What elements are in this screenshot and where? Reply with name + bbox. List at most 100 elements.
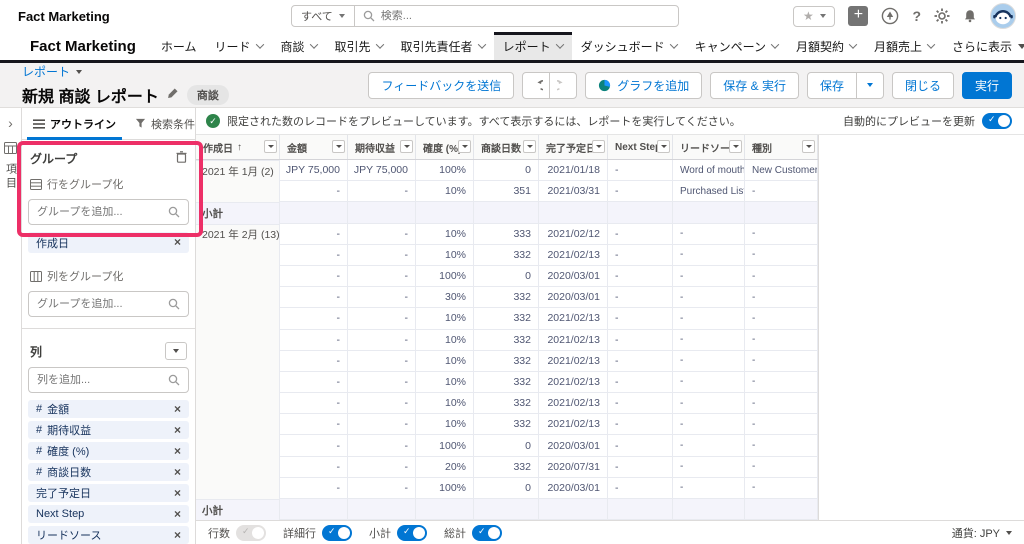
column-menu-button[interactable] [332, 140, 345, 153]
group-cell[interactable] [196, 371, 280, 394]
tab-outline[interactable]: アウトライン [25, 108, 124, 140]
group-cell[interactable] [196, 435, 280, 457]
group-cell[interactable] [196, 456, 280, 478]
delete-group-button[interactable] [176, 151, 187, 166]
add-column-input[interactable] [37, 374, 168, 386]
chevron-down-icon[interactable] [309, 40, 318, 49]
add-row-group-input[interactable] [37, 206, 168, 218]
column-pill[interactable]: 完了予定日 [28, 484, 189, 502]
save-and-run-button[interactable]: 保存 & 実行 [710, 71, 799, 99]
tab-filters[interactable]: 検索条件 [127, 108, 203, 139]
column-pill[interactable]: # 金額 [28, 400, 189, 418]
remove-pill-icon[interactable] [174, 508, 181, 521]
group-cell[interactable] [196, 265, 280, 288]
group-cell[interactable] [196, 393, 280, 415]
group-cell[interactable]: 2021 年 1月 (2) [196, 160, 280, 182]
nav-tab[interactable]: 月額売上 [865, 32, 943, 60]
search-scope-dropdown[interactable]: すべて [292, 6, 355, 26]
nav-tab[interactable]: 商談 [272, 32, 326, 60]
column-menu-button[interactable] [802, 140, 815, 153]
group-cell[interactable] [196, 477, 280, 499]
column-pill[interactable]: # 商談日数 [28, 463, 189, 481]
remove-pill-icon[interactable] [174, 403, 181, 416]
column-header[interactable]: 確度 (%) [416, 135, 474, 159]
columns-menu-button[interactable] [165, 342, 187, 360]
chevron-down-icon[interactable] [669, 40, 678, 49]
expand-fields-chevron[interactable] [8, 115, 13, 133]
column-header[interactable]: 完了予定日 [539, 135, 608, 159]
group-cell[interactable] [196, 181, 280, 203]
close-button[interactable]: 閉じる [891, 71, 954, 99]
chevron-down-icon[interactable] [770, 40, 780, 49]
column-menu-button[interactable] [523, 140, 536, 153]
footer-toggle[interactable] [236, 524, 266, 541]
group-cell[interactable]: 小計 [196, 202, 280, 224]
notifications-button[interactable] [963, 9, 977, 23]
chevron-down-icon[interactable] [1018, 43, 1024, 49]
avatar[interactable] [990, 3, 1016, 29]
quick-create-button[interactable] [848, 5, 869, 26]
nav-tab[interactable]: リード [206, 32, 272, 60]
currency-selector[interactable]: 通貨: JPY [952, 525, 1012, 541]
column-header[interactable]: 作成日 ↑ [196, 135, 280, 159]
remove-pill-icon[interactable] [174, 529, 181, 542]
group-cell[interactable] [196, 287, 280, 309]
column-header[interactable]: リードソース [673, 135, 745, 159]
column-menu-button[interactable] [458, 140, 471, 153]
chevron-down-icon[interactable] [255, 40, 264, 49]
group-cell[interactable] [196, 414, 280, 436]
remove-pill-icon[interactable] [174, 424, 181, 437]
nav-tab[interactable]: ダッシュボード [572, 32, 686, 60]
column-header[interactable]: 金額 [280, 135, 348, 159]
chevron-down-icon[interactable] [926, 40, 936, 49]
undo-button[interactable] [522, 71, 551, 99]
chevron-down-icon[interactable] [375, 40, 384, 49]
edit-title-pencil-icon[interactable] [167, 86, 179, 104]
save-button[interactable]: 保存 [806, 71, 857, 99]
column-header[interactable]: 商談日数 [474, 135, 539, 159]
nav-tab[interactable]: 取引先責任者 [392, 32, 494, 60]
footer-toggle[interactable] [397, 524, 427, 541]
favorites-button[interactable] [793, 5, 836, 27]
nav-tab[interactable]: ホーム [152, 32, 206, 60]
group-cell[interactable] [196, 350, 280, 372]
setup-button[interactable] [934, 8, 950, 24]
chevron-down-icon[interactable] [555, 40, 564, 49]
column-menu-button[interactable] [400, 140, 413, 153]
column-menu-button[interactable] [657, 140, 670, 153]
save-menu-button[interactable] [855, 71, 884, 99]
fields-rail-label[interactable]: 項目 [3, 163, 19, 191]
breadcrumb[interactable]: レポート [22, 63, 229, 80]
remove-pill-icon[interactable] [174, 466, 181, 479]
footer-toggle[interactable] [472, 524, 502, 541]
column-menu-button[interactable] [729, 140, 742, 153]
column-menu-button[interactable] [592, 140, 605, 153]
column-menu-button[interactable] [264, 140, 277, 153]
column-pill[interactable]: # 確度 (%) [28, 442, 189, 460]
group-cell[interactable] [196, 329, 280, 351]
nav-tab[interactable]: 月額契約 [787, 32, 865, 60]
remove-pill-icon[interactable] [174, 487, 181, 500]
row-group-pill[interactable]: 作成日 [28, 232, 189, 253]
group-cell[interactable] [196, 244, 280, 266]
help-button[interactable] [912, 8, 921, 24]
redo-button[interactable] [549, 71, 578, 99]
column-pill[interactable]: リードソース [28, 526, 189, 544]
group-cell[interactable] [196, 308, 280, 330]
auto-update-toggle[interactable] [982, 113, 1012, 129]
remove-pill-icon[interactable] [174, 445, 181, 458]
add-chart-button[interactable]: グラフを追加 [585, 71, 703, 99]
column-header[interactable]: 期待収益 [348, 135, 416, 159]
chevron-down-icon[interactable] [477, 40, 486, 49]
feedback-button[interactable]: フィードバックを送信 [368, 71, 515, 99]
column-pill[interactable]: Next Step [28, 505, 189, 523]
nav-tab[interactable]: さらに表示 [943, 32, 1024, 60]
nav-tab[interactable]: 取引先 [326, 32, 392, 60]
run-button[interactable]: 実行 [961, 71, 1012, 99]
search-input[interactable] [374, 10, 678, 22]
column-header[interactable]: 種別 [745, 135, 818, 159]
group-cell[interactable]: 2021 年 2月 (13) [196, 223, 280, 245]
chevron-down-icon[interactable] [848, 40, 858, 49]
guidance-button[interactable] [881, 7, 899, 25]
add-col-group-input[interactable] [37, 298, 168, 310]
